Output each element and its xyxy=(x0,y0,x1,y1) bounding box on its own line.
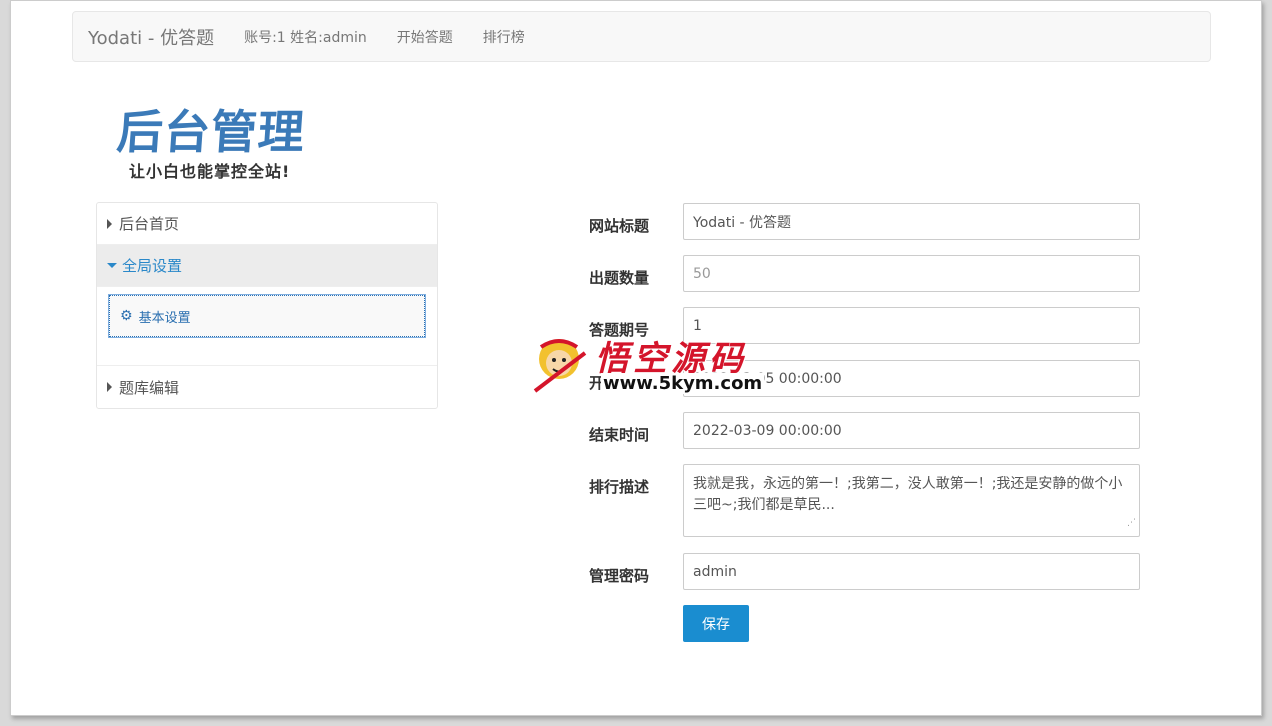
sidebar-item-home[interactable]: 后台首页 xyxy=(97,203,437,245)
gear-icon: ⚙ xyxy=(120,308,133,324)
period-input[interactable]: 1 xyxy=(683,307,1140,344)
start-time-input[interactable]: 2022-03-05 00:00:00 xyxy=(683,360,1140,397)
sidebar: 后台首页 全局设置 ⚙ 基本设置 题库编辑 xyxy=(96,202,438,409)
sidebar-item-label: 后台首页 xyxy=(119,215,180,233)
nav-start-quiz[interactable]: 开始答题 xyxy=(397,27,453,47)
sidebar-subitem-basic-settings[interactable]: ⚙ 基本设置 xyxy=(108,294,426,338)
page-frame: Yodati - 优答题 账号:1 姓名:admin 开始答题 排行榜 后台管理… xyxy=(10,0,1262,716)
monkey-logo-icon xyxy=(533,339,587,393)
resize-grip-icon[interactable]: ⋰ xyxy=(1127,513,1136,534)
description-text: 我就是我，永远的第一！;我第二，没人敢第一！;我还是安静的做个小三吧~;我们都是… xyxy=(693,476,1123,513)
count-label: 出题数量 xyxy=(589,269,650,287)
nav-ranking[interactable]: 排行榜 xyxy=(483,27,525,47)
caret-down-icon xyxy=(107,263,117,268)
password-input[interactable]: admin xyxy=(683,553,1140,590)
end-time-input[interactable]: 2022-03-09 00:00:00 xyxy=(683,412,1140,449)
description-label: 排行描述 xyxy=(589,478,650,496)
site-title-input[interactable]: Yodati - 优答题 xyxy=(683,203,1140,240)
sidebar-subitem-label: 基本设置 xyxy=(138,310,191,326)
top-navbar: Yodati - 优答题 账号:1 姓名:admin 开始答题 排行榜 xyxy=(72,11,1211,62)
logo-title: 后台管理 xyxy=(115,105,307,159)
brand-link[interactable]: Yodati - 优答题 xyxy=(88,24,214,50)
sidebar-item-label: 题库编辑 xyxy=(119,378,180,397)
description-textarea[interactable]: 我就是我，永远的第一！;我第二，没人敢第一！;我还是安静的做个小三吧~;我们都是… xyxy=(683,464,1140,537)
caret-right-icon xyxy=(107,218,112,229)
account-info[interactable]: 账号:1 姓名:admin xyxy=(244,27,367,47)
password-label: 管理密码 xyxy=(589,567,650,585)
caret-right-icon xyxy=(107,382,112,392)
sidebar-item-global-settings[interactable]: 全局设置 xyxy=(97,245,437,287)
sidebar-submenu: ⚙ 基本设置 xyxy=(97,287,437,366)
question-count-input[interactable]: 50 xyxy=(683,255,1140,292)
start-time-label: 开始时间 xyxy=(589,374,650,392)
logo-subtitle: 让小白也能掌控全站! xyxy=(129,162,291,181)
period-label: 答题期号 xyxy=(589,321,650,339)
site-title-label: 网站标题 xyxy=(589,217,650,235)
sidebar-item-question-bank[interactable]: 题库编辑 xyxy=(97,366,437,408)
sidebar-item-label: 全局设置 xyxy=(122,257,183,275)
admin-logo: 后台管理 让小白也能掌控全站! xyxy=(115,105,317,186)
save-button[interactable]: 保存 xyxy=(683,605,749,642)
end-time-label: 结束时间 xyxy=(589,426,650,444)
